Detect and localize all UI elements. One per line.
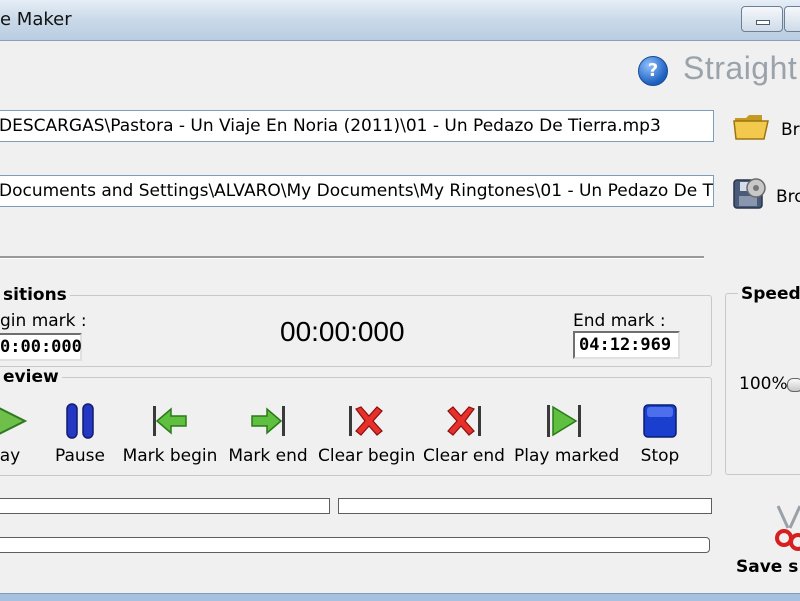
help-icon[interactable]: ? [638,56,668,86]
brand-logo-text: Straight [683,50,798,86]
position-slider[interactable] [0,537,710,553]
clear-end-button[interactable]: Clear end [422,402,506,466]
play-icon [0,407,28,435]
stop-icon [643,404,677,438]
maximize-button[interactable] [784,6,800,32]
end-mark-value: 04:12:969 [573,331,680,359]
scissors-icon[interactable] [774,504,800,554]
source-path-input[interactable]: DESCARGAS\Pastora - Un Viaje En Noria (2… [0,110,714,142]
source-browse-button[interactable]: Bro [781,120,800,140]
progress-bar-left [0,498,330,514]
begin-mark-label: gin mark : [0,311,87,331]
play-marked-button[interactable]: Play marked [514,402,619,466]
minimize-icon [756,20,770,25]
stop-button[interactable]: Stop [630,402,690,466]
arrow-right-icon [251,406,285,436]
speed-group-label: Speed [738,284,800,304]
red-x-icon [447,406,481,436]
title-bar [0,0,800,41]
mark-begin-button[interactable]: Mark begin [122,402,218,466]
positions-group-label: sitions [0,285,70,305]
red-x-icon [349,406,383,436]
progress-bar-right [338,498,712,514]
begin-mark-value: 0:00:000 [0,333,82,361]
current-time-display: 00:00:000 [280,316,405,347]
save-button[interactable]: Save s [736,557,798,577]
clear-begin-button[interactable]: Clear begin [318,402,415,466]
speed-slider-thumb[interactable] [787,378,800,392]
play-button[interactable]: ay [0,402,40,466]
arrow-left-icon [153,406,187,436]
destination-browse-button[interactable]: Bro [776,187,800,207]
destination-path-input[interactable]: Documents and Settings\ALVARO\My Documen… [0,175,714,207]
mark-end-button[interactable]: Mark end [226,402,310,466]
folder-open-icon[interactable] [732,106,770,144]
window-title: e Maker [0,9,72,30]
minimize-button[interactable] [741,6,783,32]
save-disk-icon[interactable] [730,174,768,212]
end-mark-label: End mark : [573,311,666,331]
pause-icon [66,403,94,439]
play-marked-icon [547,405,581,437]
separator [0,256,704,259]
speed-value: 100% [739,374,788,394]
preview-group-label: eview [0,367,62,387]
pause-button[interactable]: Pause [50,402,110,466]
